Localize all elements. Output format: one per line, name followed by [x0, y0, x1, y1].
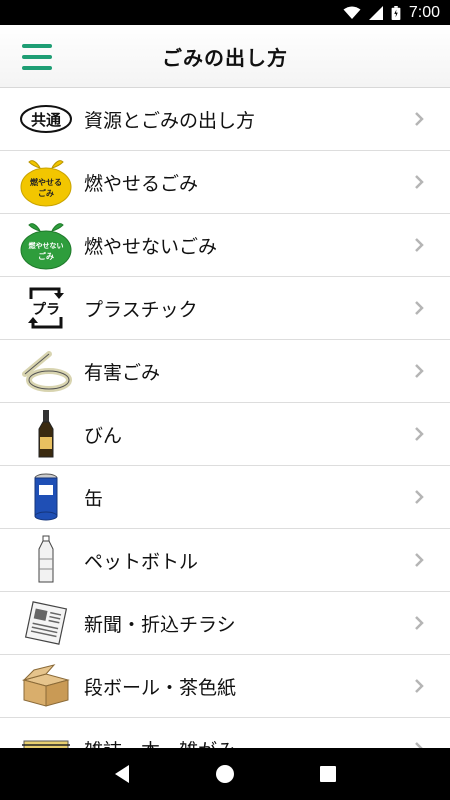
fluorescent-tube-icon	[18, 345, 74, 397]
chevron-right-icon	[415, 301, 424, 315]
svg-text:ごみ: ごみ	[38, 251, 54, 261]
garbage-category-list: 共通 資源とごみの出し方 燃やせる ごみ 燃やせるごみ 燃やせない ごみ 燃やせ…	[0, 88, 450, 748]
chevron-right-icon	[415, 553, 424, 567]
svg-text:共通: 共通	[31, 111, 61, 129]
glass-bottle-icon	[18, 408, 74, 460]
list-item-label: プラスチック	[84, 298, 198, 321]
list-item-newspapers[interactable]: 新聞・折込チラシ	[0, 592, 450, 655]
list-item-cans[interactable]: 缶	[0, 466, 450, 529]
list-item-label: 雑誌・本・雑がみ	[84, 736, 236, 749]
common-badge-icon: 共通	[18, 93, 74, 145]
chevron-right-icon	[415, 616, 424, 630]
battery-icon	[391, 5, 401, 20]
svg-text:ごみ: ごみ	[38, 188, 54, 198]
list-item-resources-and-garbage[interactable]: 共通 資源とごみの出し方	[0, 88, 450, 151]
pet-bottle-icon	[18, 534, 74, 586]
plastic-recycle-mark-icon: プラ	[18, 282, 74, 334]
chevron-right-icon	[415, 238, 424, 252]
system-navigation-bar	[0, 748, 450, 800]
wifi-icon	[343, 6, 361, 19]
chevron-right-icon	[415, 175, 424, 189]
status-time: 7:00	[408, 3, 440, 21]
chevron-right-icon	[415, 490, 424, 504]
list-item-hazardous[interactable]: 有害ごみ	[0, 340, 450, 403]
list-item-label: ペットボトル	[84, 550, 199, 573]
newspaper-icon	[18, 597, 74, 649]
list-item-label: 有害ごみ	[84, 361, 161, 384]
list-item-magazines[interactable]: 雑誌・本・雑がみ	[0, 718, 450, 748]
list-item-pet-bottles[interactable]: ペットボトル	[0, 529, 450, 592]
signal-icon	[368, 5, 383, 20]
recents-icon[interactable]	[316, 762, 340, 786]
list-item-label: 新聞・折込チラシ	[84, 613, 236, 636]
can-icon	[18, 471, 74, 523]
list-item-label: 資源とごみの出し方	[84, 109, 256, 132]
list-item-cardboard[interactable]: 段ボール・茶色紙	[0, 655, 450, 718]
green-nonburnable-bag-icon: 燃やせない ごみ	[18, 219, 74, 271]
magazine-stack-icon	[18, 723, 74, 748]
list-item-burnable[interactable]: 燃やせる ごみ 燃やせるごみ	[0, 151, 450, 214]
cardboard-box-icon	[18, 660, 74, 712]
back-icon[interactable]	[110, 762, 134, 786]
chevron-right-icon	[415, 679, 424, 693]
yellow-burnable-bag-icon: 燃やせる ごみ	[18, 156, 74, 208]
chevron-right-icon	[415, 112, 424, 126]
list-item-label: 段ボール・茶色紙	[84, 676, 237, 699]
list-item-plastic[interactable]: プラ プラスチック	[0, 277, 450, 340]
chevron-right-icon	[415, 427, 424, 441]
home-icon[interactable]	[213, 762, 237, 786]
list-item-label: 燃やせるごみ	[84, 172, 199, 195]
app-bar: ごみの出し方	[0, 25, 450, 88]
page-title: ごみの出し方	[162, 45, 288, 70]
list-item-nonburnable[interactable]: 燃やせない ごみ 燃やせないごみ	[0, 214, 450, 277]
status-bar: 7:00	[0, 0, 450, 25]
hamburger-menu-icon[interactable]	[22, 44, 52, 70]
list-item-bottles[interactable]: びん	[0, 403, 450, 466]
chevron-right-icon	[415, 364, 424, 378]
list-item-label: びん	[84, 424, 123, 447]
list-item-label: 燃やせないごみ	[84, 235, 218, 258]
svg-text:燃やせない: 燃やせない	[28, 241, 64, 250]
svg-text:プラ: プラ	[32, 302, 60, 318]
svg-text:燃やせる: 燃やせる	[30, 177, 62, 187]
list-item-label: 缶	[84, 487, 104, 510]
